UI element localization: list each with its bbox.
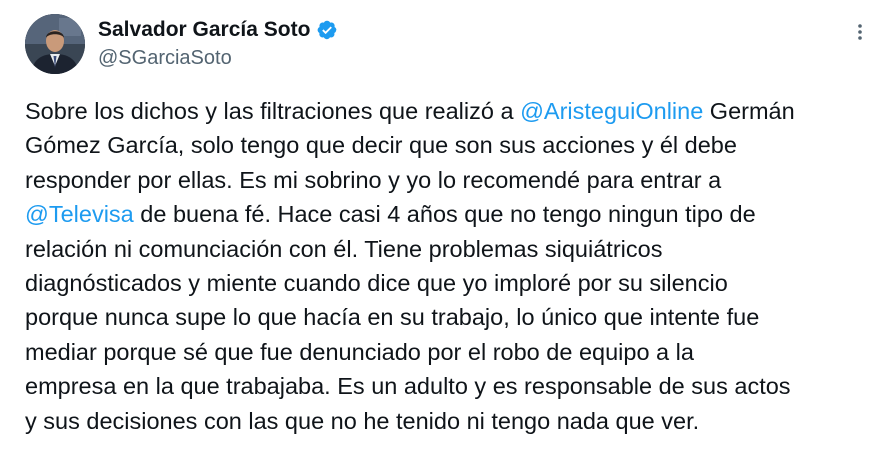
tweet-line: porque nunca supe lo que hacía en su tra… [25,300,875,334]
tweet-line: responder por ellas. Es mi sobrino y yo … [25,163,875,197]
tweet-line: mediar porque sé que fue denunciado por … [25,335,875,369]
tweet-line: empresa en la que trabajaba. Es un adult… [25,369,875,403]
tweet-text-segment: Germán [703,98,795,124]
tweet-text-segment: mediar porque sé que fue denunciado por … [25,338,694,365]
tweet-text-segment: de buena fé. Hace casi 4 años que no ten… [133,201,756,228]
author-avatar[interactable] [25,14,85,74]
tweet-text-segment: diagnósticados y miente cuando dice que … [25,269,728,296]
author-handle[interactable]: @SGarciaSoto [98,47,232,70]
tweet-text-segment: relación ni comunciación con él. Tiene p… [25,235,663,262]
tweet-card: Salvador García Soto @SGarciaSoto Sobre … [0,0,896,462]
author-name-row: Salvador García Soto [98,16,338,44]
tweet-text-segment: Gómez García, solo tengo que decir que s… [25,132,737,159]
tweet-text-segment: responder por ellas. Es mi sobrino y yo … [25,166,722,193]
tweet-text-segment: y sus decisiones con las que no he tenid… [25,407,700,434]
author-display-name[interactable]: Salvador García Soto [98,18,310,42]
tweet-line: y sus decisiones con las que no he tenid… [25,404,875,438]
more-options-button[interactable] [842,14,878,50]
mention-link-televisa[interactable]: @Televisa [25,201,134,227]
tweet-line: Gómez García, solo tengo que decir que s… [25,128,875,162]
tweet-text-segment: Sobre los dichos y las filtraciones que … [25,98,521,124]
tweet-line: relación ni comunciación con él. Tiene p… [25,232,875,266]
tweet-text: Sobre los dichos y las filtraciones que … [25,94,875,438]
profile-photo-icon [25,14,85,74]
more-options-icon [858,24,862,40]
tweet-line: @Televisa de buena fé. Hace casi 4 años … [25,197,875,231]
tweet-text-segment: porque nunca supe lo que hacía en su tra… [25,304,760,331]
verified-badge-icon[interactable] [316,19,338,41]
tweet-text-segment: empresa en la que trabajaba. Es un adult… [25,373,791,400]
mention-link-aristegui[interactable]: @AristeguiOnline [520,98,703,124]
tweet-line: diagnósticados y miente cuando dice que … [25,266,875,300]
tweet-line: Sobre los dichos y las filtraciones que … [25,94,875,128]
